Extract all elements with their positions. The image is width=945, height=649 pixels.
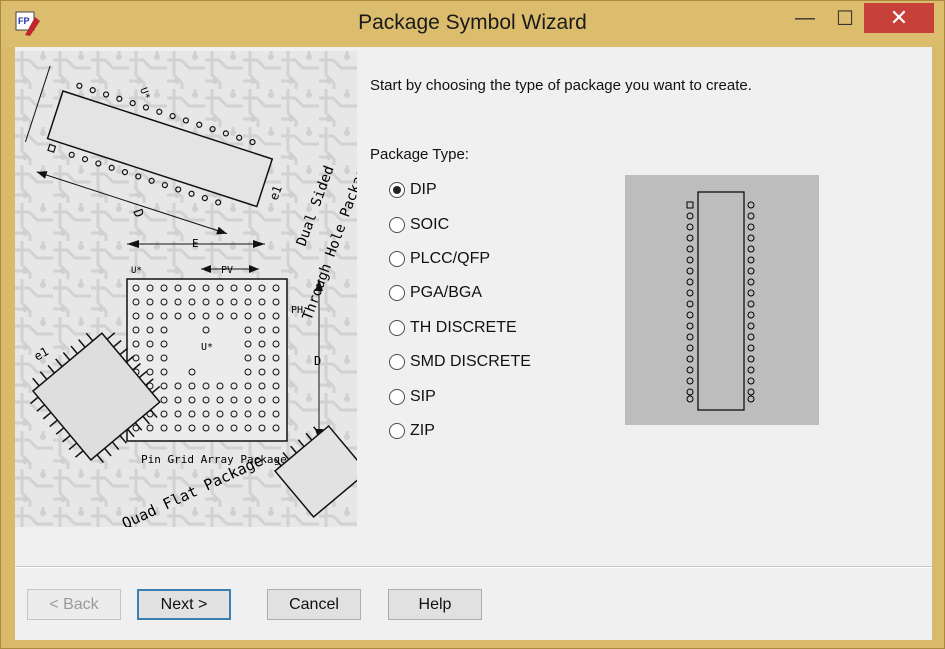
radio-unchecked-icon[interactable] [389, 319, 405, 336]
radio-label-zip: ZIP [410, 421, 435, 439]
radio-soic[interactable]: SOIC [389, 207, 531, 241]
dip-package-preview [625, 175, 819, 425]
wizard-body: D U* e1 Dual Sided Through Hole Package … [15, 47, 932, 640]
footer-separator [15, 566, 932, 568]
pv-label: PV [221, 265, 233, 276]
radio-th-discrete[interactable]: TH DISCRETE [389, 311, 531, 345]
cancel-button[interactable]: Cancel [267, 589, 361, 620]
radio-label-soic: SOIC [410, 215, 450, 233]
pga-u-label: U* [201, 342, 213, 353]
radio-label-dip: DIP [410, 181, 437, 199]
pin-grid-array-text: Pin Grid Array Package [141, 453, 287, 466]
radio-dip[interactable]: DIP [389, 173, 531, 207]
package-illustration: D U* e1 Dual Sided Through Hole Package … [15, 51, 357, 527]
radio-unchecked-icon[interactable] [389, 285, 405, 302]
pga-d-label: D [314, 354, 321, 368]
ph-label: PH [291, 305, 303, 316]
radio-zip[interactable]: ZIP [389, 414, 531, 448]
close-icon: ✕ [889, 5, 909, 30]
help-button[interactable]: Help [388, 589, 482, 620]
next-button[interactable]: Next > [137, 589, 231, 620]
e-label: E [192, 237, 199, 250]
package-type-radio-group: DIP SOIC PLCC/QFP PGA/BGA TH DISCRETE SM… [389, 173, 531, 448]
radio-unchecked-icon[interactable] [389, 422, 405, 439]
minimize-icon: — [795, 6, 815, 29]
back-button[interactable]: < Back [27, 589, 121, 620]
title-bar[interactable]: FP Package Symbol Wizard — ☐ ✕ [1, 1, 944, 47]
wizard-window: FP Package Symbol Wizard — ☐ ✕ D U* e1 D… [0, 0, 945, 649]
pga-u-corner-label: U* [131, 266, 142, 276]
radio-unchecked-icon[interactable] [389, 216, 405, 233]
radio-label-pga-bga: PGA/BGA [410, 284, 483, 302]
radio-unchecked-icon[interactable] [389, 388, 405, 405]
instruction-text: Start by choosing the type of package yo… [370, 77, 752, 94]
package-type-label: Package Type: [370, 146, 469, 163]
radio-pga-bga[interactable]: PGA/BGA [389, 276, 531, 310]
radio-sip[interactable]: SIP [389, 379, 531, 413]
radio-label-th-discrete: TH DISCRETE [410, 318, 517, 336]
radio-label-plcc-qfp: PLCC/QFP [410, 249, 491, 267]
radio-plcc-qfp[interactable]: PLCC/QFP [389, 242, 531, 276]
maximize-button[interactable]: ☐ [823, 1, 867, 35]
radio-checked-icon[interactable] [389, 182, 405, 199]
radio-smd-discrete[interactable]: SMD DISCRETE [389, 345, 531, 379]
minimize-button[interactable]: — [783, 1, 827, 35]
radio-label-sip: SIP [410, 387, 436, 405]
maximize-icon: ☐ [836, 7, 854, 30]
radio-label-smd-discrete: SMD DISCRETE [410, 353, 531, 371]
radio-unchecked-icon[interactable] [389, 250, 405, 267]
radio-unchecked-icon[interactable] [389, 354, 405, 371]
close-button[interactable]: ✕ [864, 3, 934, 33]
